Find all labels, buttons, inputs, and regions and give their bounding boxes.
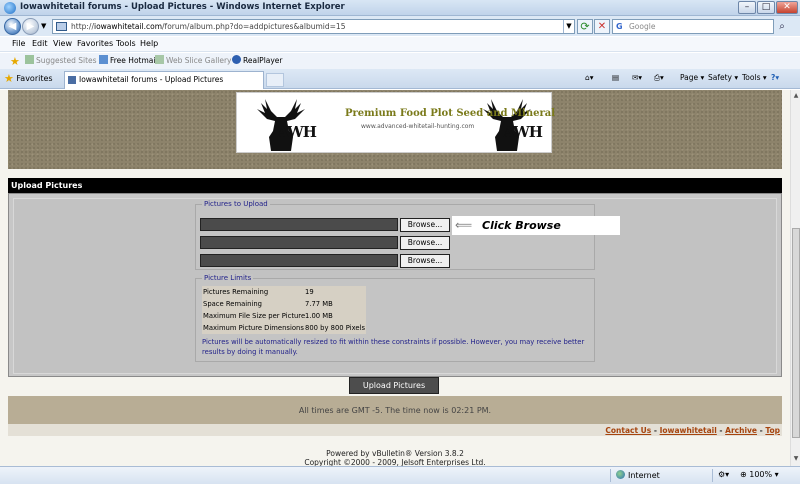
status-divider xyxy=(610,469,611,482)
vertical-scrollbar[interactable]: ▲ ▼ xyxy=(790,90,800,466)
minimize-button[interactable]: – xyxy=(738,1,756,14)
favorites-button[interactable]: ★ Favorites xyxy=(4,72,53,86)
recent-pages-dropdown[interactable]: ▼ xyxy=(41,22,46,30)
ie-logo-icon xyxy=(4,2,16,14)
resize-note: Pictures will be automatically resized t… xyxy=(202,338,585,356)
menu-view[interactable]: View xyxy=(53,39,72,48)
tools-menu[interactable]: Tools ▾ xyxy=(742,73,767,82)
picture-limits-fieldset: Picture Limits Pictures Remaining 19 Spac… xyxy=(195,274,595,362)
menu-file[interactable]: File xyxy=(12,39,25,48)
address-url[interactable]: http://iowawhitetail.com/forum/album.php… xyxy=(71,22,345,31)
refresh-icon[interactable]: ⟳ xyxy=(577,19,593,34)
file-input-3[interactable] xyxy=(200,254,398,267)
click-browse-callout: ⟸ Click Browse xyxy=(452,216,620,235)
footer-time-band: All times are GMT -5. The time now is 02… xyxy=(8,396,782,424)
address-dropdown-icon[interactable]: ▼ xyxy=(563,20,574,33)
hotmail-icon xyxy=(99,55,108,64)
help-menu[interactable]: ?▾ xyxy=(771,73,779,82)
file-input-1[interactable] xyxy=(200,218,398,231)
tab-upload-pictures[interactable]: Iowawhitetail forums - Upload Pictures xyxy=(64,71,264,89)
section-title: Upload Pictures xyxy=(8,178,782,193)
zoom-level[interactable]: ⊕ 100% ▾ xyxy=(740,470,779,479)
callout-text: Click Browse xyxy=(482,219,561,232)
web-slice-gallery-link[interactable]: Web Slice Gallery ▾ xyxy=(155,55,238,65)
tab-bar: ★ Favorites Iowawhitetail forums - Uploa… xyxy=(0,69,800,89)
limits-table: Pictures Remaining 19 Space Remaining 7.77… xyxy=(202,286,366,334)
footer-links: Contact Us - Iowawhitetail - Archive - T… xyxy=(605,426,780,435)
search-icon[interactable]: ⌕ xyxy=(775,19,789,34)
scroll-down-icon[interactable]: ▼ xyxy=(792,455,800,463)
globe-icon xyxy=(616,470,625,479)
google-icon: G xyxy=(616,22,623,31)
web-slice-icon xyxy=(155,55,164,64)
browse-button-2[interactable]: Browse... xyxy=(400,236,450,250)
limits-row: Pictures Remaining 19 xyxy=(203,288,314,296)
picture-limits-legend: Picture Limits xyxy=(202,274,254,282)
limits-row: Maximum Picture Dimensions 800 by 800 Pix… xyxy=(203,324,366,332)
favorites-add-icon[interactable]: ★ xyxy=(10,55,20,68)
scroll-thumb[interactable] xyxy=(792,228,800,438)
protected-mode-icon[interactable]: ⚙▾ xyxy=(718,470,729,479)
menu-favorites[interactable]: Favorites xyxy=(77,39,113,48)
iowawhitetail-link[interactable]: Iowawhitetail xyxy=(660,426,717,435)
window-title: Iowawhitetail forums - Upload Pictures -… xyxy=(20,2,345,12)
status-bar: Internet ⚙▾ ⊕ 100% ▾ xyxy=(0,466,800,484)
file-input-2[interactable] xyxy=(200,236,398,249)
home-icon[interactable]: ⌂▾ xyxy=(585,73,594,82)
new-tab-button[interactable] xyxy=(266,73,284,87)
menu-help[interactable]: Help xyxy=(140,39,158,48)
menu-edit[interactable]: Edit xyxy=(32,39,48,48)
favorites-bar: ★ Suggested Sites ▾ Free Hotmail Web Sli… xyxy=(0,53,800,69)
close-button[interactable]: ✕ xyxy=(776,1,798,14)
address-bar[interactable]: http://iowawhitetail.com/forum/album.php… xyxy=(52,19,575,34)
page-icon xyxy=(56,22,67,31)
footer-links-bar: Contact Us - Iowawhitetail - Archive - T… xyxy=(8,424,782,436)
awh-logo-text: AWH xyxy=(277,123,317,141)
feeds-icon[interactable]: ▤ xyxy=(612,73,619,82)
status-divider xyxy=(712,469,713,482)
web-page: AWH AWH Premium Food Plot Seed and Miner… xyxy=(0,90,790,466)
server-time: All times are GMT -5. The time now is 02… xyxy=(298,406,492,415)
safety-menu[interactable]: Safety ▾ xyxy=(708,73,738,82)
contact-us-link[interactable]: Contact Us xyxy=(605,426,651,435)
menu-tools[interactable]: Tools xyxy=(116,39,136,48)
scroll-up-icon[interactable]: ▲ xyxy=(792,92,800,100)
site-banner[interactable]: AWH AWH Premium Food Plot Seed and Miner… xyxy=(236,92,556,153)
realplayer-link[interactable]: RealPlayer xyxy=(232,55,283,65)
realplayer-icon xyxy=(232,55,241,64)
browse-button-1[interactable]: Browse... xyxy=(400,218,450,232)
address-toolbar: ◀ ▶ ▼ http://iowawhitetail.com/forum/alb… xyxy=(0,16,800,36)
powered-by: Powered by vBulletin® Version 3.8.2 Copy… xyxy=(0,449,790,466)
maximize-button[interactable]: □ xyxy=(757,1,775,14)
forward-button[interactable]: ▶ xyxy=(22,18,39,35)
copyright-line: Copyright ©2000 - 2009, Jelsoft Enterpri… xyxy=(304,458,486,466)
limits-row: Maximum File Size per Picture 1.00 MB xyxy=(203,312,333,320)
print-icon[interactable]: ⎙▾ xyxy=(654,73,664,83)
stop-icon[interactable]: ✕ xyxy=(594,19,610,34)
browse-button-3[interactable]: Browse... xyxy=(400,254,450,268)
awh-logo-text: AWH xyxy=(503,123,543,141)
page-menu[interactable]: Page ▾ xyxy=(680,73,704,82)
free-hotmail-link[interactable]: Free Hotmail xyxy=(99,55,158,65)
arrow-left-icon: ⟸ xyxy=(455,218,473,232)
tab-page-icon xyxy=(68,76,76,84)
read-mail-icon[interactable]: ✉▾ xyxy=(632,73,642,82)
favorites-star-icon: ★ xyxy=(4,72,14,85)
archive-link[interactable]: Archive xyxy=(725,426,757,435)
powered-line: Powered by vBulletin® Version 3.8.2 xyxy=(326,449,464,458)
window-title-bar: Iowawhitetail forums - Upload Pictures -… xyxy=(0,0,800,16)
search-box[interactable]: G Google xyxy=(612,19,774,34)
menu-bar: File Edit View Favorites Tools Help xyxy=(0,37,800,52)
back-button[interactable]: ◀ xyxy=(4,18,21,35)
suggested-sites-icon xyxy=(25,55,34,64)
suggested-sites-link[interactable]: Suggested Sites ▾ xyxy=(25,55,103,65)
pictures-to-upload-legend: Pictures to Upload xyxy=(202,200,270,208)
search-placeholder: Google xyxy=(629,22,656,31)
limits-row: Space Remaining 7.77 MB xyxy=(203,300,333,308)
upload-pictures-button[interactable]: Upload Pictures xyxy=(349,377,439,394)
top-link[interactable]: Top xyxy=(765,426,780,435)
banner-website: www.advanced-whitetail-hunting.com xyxy=(361,123,475,130)
banner-slogan: Premium Food Plot Seed and Mineral xyxy=(345,108,556,119)
security-zone[interactable]: Internet xyxy=(616,470,660,480)
